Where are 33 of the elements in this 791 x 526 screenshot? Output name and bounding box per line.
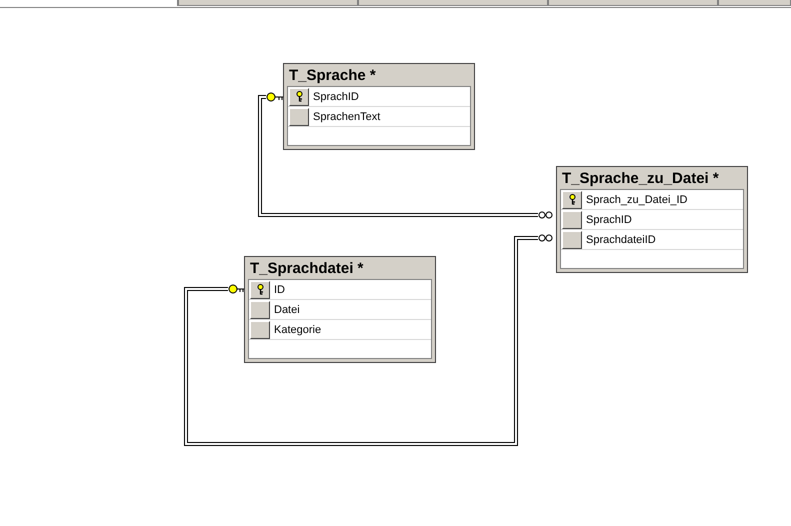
column-name: SprachID	[586, 214, 632, 226]
infinity-endpoint-icon	[538, 212, 552, 218]
table-title: T_Sprachdatei *	[249, 259, 364, 279]
tab[interactable]	[718, 0, 791, 6]
row-selector[interactable]	[250, 280, 270, 298]
column-name: Kategorie	[274, 324, 322, 336]
row-selector[interactable]	[250, 320, 270, 338]
column-name: ID	[274, 284, 285, 296]
table-box[interactable]: T_Sprache * SprachID SprachenText	[283, 63, 475, 150]
key-icon	[256, 284, 264, 295]
column-name: SprachenText	[313, 110, 380, 122]
row-selector[interactable]	[562, 190, 582, 208]
column-name: Sprach_zu_Datei_ID	[586, 194, 688, 206]
key-icon	[568, 194, 576, 205]
tab[interactable]	[358, 0, 548, 6]
row-selector[interactable]	[289, 88, 309, 106]
table-title: T_Sprache *	[288, 66, 377, 86]
key-endpoint-icon	[266, 92, 284, 102]
column-name: Datei	[274, 304, 300, 316]
column-name: SprachID	[313, 90, 359, 102]
key-icon	[296, 91, 302, 102]
table-box[interactable]: T_Sprache_zu_Datei * Sprach_zu_Datei_ID SprachID SprachdateiID	[556, 166, 748, 273]
table-title: T_Sprache_zu_Datei *	[561, 169, 720, 189]
column-name: SprachdateiID	[586, 234, 656, 246]
infinity-endpoint-icon	[538, 234, 552, 242]
key-endpoint-icon	[228, 284, 244, 294]
row-selector[interactable]	[250, 300, 270, 318]
tab[interactable]	[548, 0, 718, 6]
table-box[interactable]: T_Sprachdatei * ID Datei Kategorie	[244, 256, 436, 363]
row-selector[interactable]	[562, 210, 582, 228]
tab[interactable]	[178, 0, 358, 6]
row-selector[interactable]	[562, 230, 582, 248]
row-selector[interactable]	[289, 108, 309, 126]
